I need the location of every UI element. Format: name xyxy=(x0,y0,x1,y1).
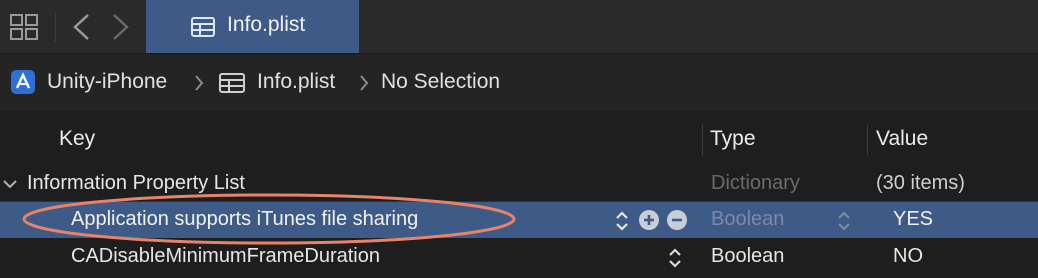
type-stepper-icon[interactable] xyxy=(836,210,852,232)
row-key[interactable]: CADisableMinimumFrameDuration xyxy=(71,245,380,268)
tab-info-plist[interactable]: Info.plist xyxy=(146,0,359,53)
tab-label: Info.plist xyxy=(227,13,306,36)
xcode-project-icon[interactable] xyxy=(10,69,36,95)
key-stepper-icon[interactable] xyxy=(614,210,630,232)
row-type[interactable]: Boolean xyxy=(711,245,784,268)
breadcrumb-chevron-icon xyxy=(195,75,204,91)
row-value: (30 items) xyxy=(876,172,965,194)
table-row[interactable]: Information Property List Dictionary (30… xyxy=(0,166,1038,202)
chevron-right-icon[interactable] xyxy=(110,12,132,42)
disclosure-chevron-down-icon[interactable] xyxy=(2,179,18,189)
toolbar-divider xyxy=(55,12,56,42)
breadcrumb: Unity-iPhone Info.plist No Selection xyxy=(0,53,1038,112)
column-divider[interactable] xyxy=(867,124,868,156)
breadcrumb-chevron-icon xyxy=(360,75,369,91)
row-type: Dictionary xyxy=(711,172,800,194)
add-row-icon[interactable] xyxy=(638,209,660,231)
row-key: Information Property List xyxy=(27,172,245,194)
column-header-key[interactable]: Key xyxy=(59,127,95,151)
row-key[interactable]: Application supports iTunes file sharing xyxy=(71,208,418,231)
row-value[interactable]: NO xyxy=(893,245,923,268)
breadcrumb-file[interactable]: Info.plist xyxy=(257,70,335,94)
table-row[interactable]: CADisableMinimumFrameDuration Boolean NO xyxy=(0,239,1038,275)
grid-icon[interactable] xyxy=(10,14,38,40)
breadcrumb-selection[interactable]: No Selection xyxy=(381,70,500,94)
chevron-left-icon[interactable] xyxy=(70,12,92,42)
table-header: Key Type Value xyxy=(0,111,1038,164)
row-type[interactable]: Boolean xyxy=(711,208,784,231)
table-icon xyxy=(219,73,245,93)
tab-bar: Info.plist xyxy=(0,0,1038,53)
remove-row-icon[interactable] xyxy=(666,209,688,231)
table-icon xyxy=(191,17,215,37)
breadcrumb-project[interactable]: Unity-iPhone xyxy=(47,70,167,94)
table-row-selected[interactable]: Application supports iTunes file sharing… xyxy=(0,202,1038,238)
value-stepper-icon[interactable] xyxy=(667,247,683,269)
row-value[interactable]: YES xyxy=(893,208,933,231)
column-header-type[interactable]: Type xyxy=(710,127,756,151)
column-divider[interactable] xyxy=(702,124,703,156)
column-header-value[interactable]: Value xyxy=(876,127,928,151)
